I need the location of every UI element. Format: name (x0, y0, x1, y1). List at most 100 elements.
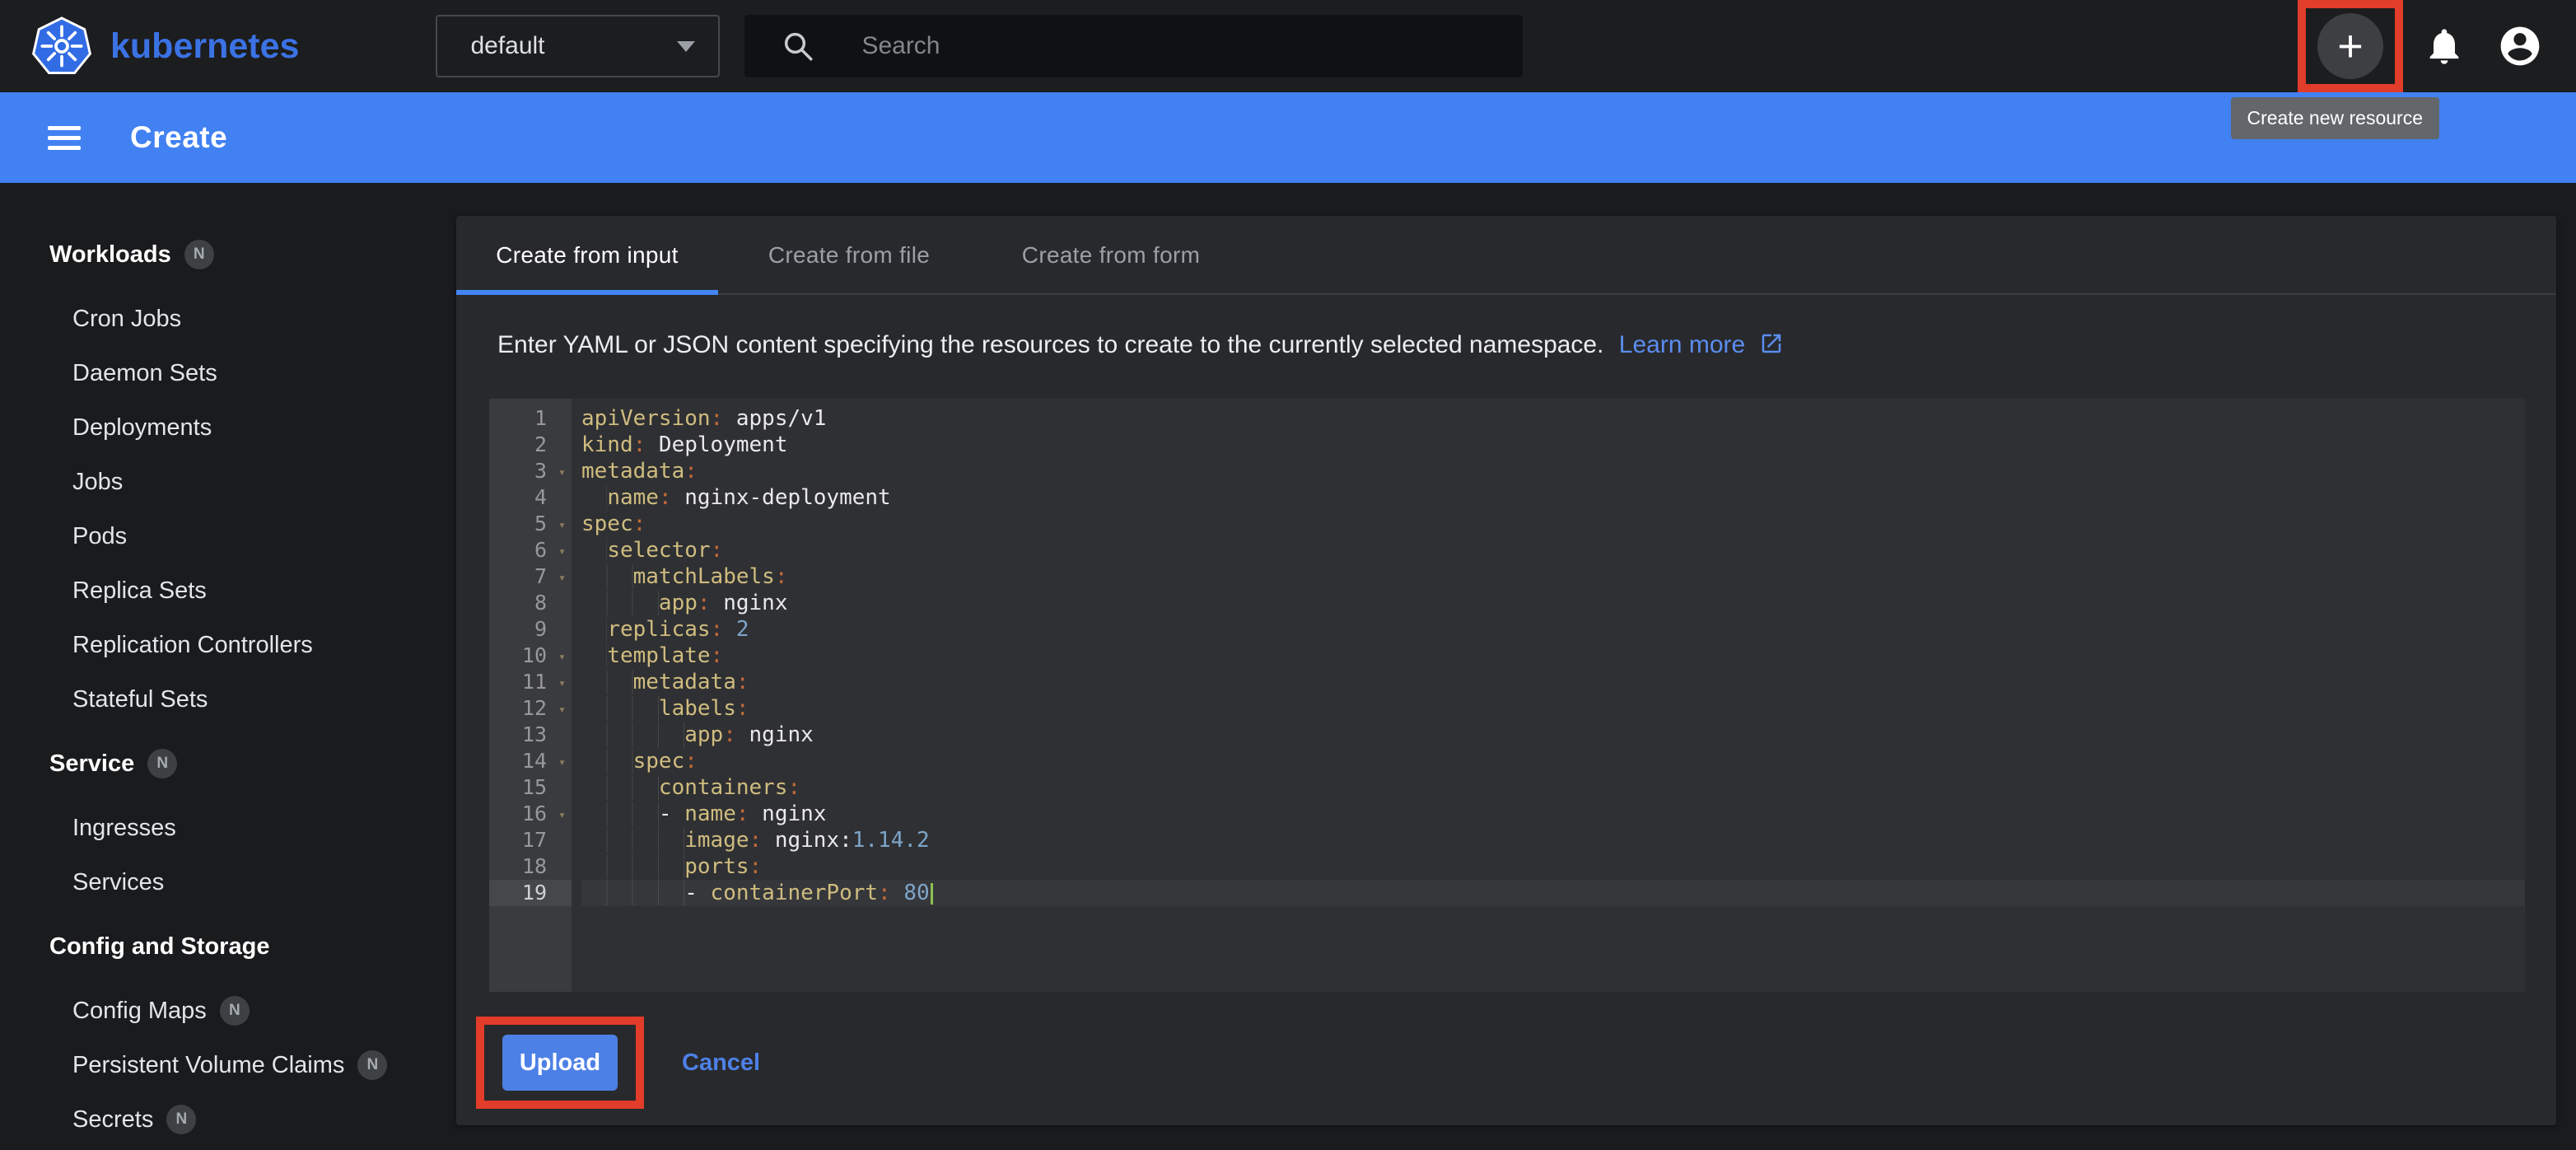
fold-arrow-icon[interactable]: ▾ (558, 696, 566, 722)
sidebar-item-persistent-volume-claims[interactable]: Persistent Volume ClaimsN (0, 1038, 456, 1092)
line-number: 6▾ (489, 537, 572, 563)
brand-title: kubernetes (110, 26, 299, 67)
sidebar-item-replica-sets[interactable]: Replica Sets (0, 563, 456, 618)
line-number: 5▾ (489, 511, 572, 537)
sidebar-section-workloads: WorkloadsN (0, 227, 456, 282)
sidebar-item-ingresses[interactable]: Ingresses (0, 801, 456, 855)
description-text: Enter YAML or JSON content specifying th… (497, 331, 1603, 358)
bell-icon (2423, 25, 2466, 68)
fold-arrow-icon[interactable]: ▾ (558, 512, 566, 538)
line-number: 7▾ (489, 563, 572, 590)
cancel-button[interactable]: Cancel (682, 1049, 760, 1077)
code-line: ports: (581, 853, 2525, 880)
code-line: template: (581, 643, 2525, 669)
menu-button[interactable] (48, 120, 81, 156)
sidebar-item-cron-jobs[interactable]: Cron Jobs (0, 292, 456, 346)
sidebar: WorkloadsNCron JobsDaemon SetsDeployment… (0, 183, 456, 1150)
sidebar-item-replication-controllers[interactable]: Replication Controllers (0, 618, 456, 672)
line-number: 9 (489, 616, 572, 643)
create-new-resource-button[interactable]: + (2317, 13, 2383, 79)
fold-arrow-icon[interactable]: ▾ (558, 802, 566, 828)
code-line: app: nginx (581, 590, 2525, 616)
sidebar-item-label: Persistent Volume Claims (72, 1052, 344, 1079)
yaml-editor[interactable]: 123▾45▾6▾7▾8910▾11▾12▾1314▾1516▾171819 a… (489, 399, 2525, 992)
tooltip-create-new-resource: Create new resource (2231, 97, 2440, 139)
notifications-button[interactable] (2423, 25, 2466, 68)
sidebar-item-label: Deployments (72, 414, 212, 442)
line-number: 16▾ (489, 801, 572, 827)
line-number: 12▾ (489, 695, 572, 722)
code-line: image: nginx:1.14.2 (581, 827, 2525, 853)
sidebar-item-config-maps[interactable]: Config Maps N (0, 984, 456, 1038)
tab-create-from-input[interactable]: Create from input (456, 216, 718, 295)
line-number: 1 (489, 405, 572, 432)
page-title: Create (130, 120, 227, 155)
code-line: - name: nginx (581, 801, 2525, 827)
account-button[interactable] (2497, 23, 2543, 69)
namespaced-badge: N (166, 1105, 196, 1134)
sidebar-item-deployments[interactable]: Deployments (0, 400, 456, 455)
fold-arrow-icon[interactable]: ▾ (558, 749, 566, 775)
sidebar-section-service: ServiceN (0, 736, 456, 791)
editor-code[interactable]: apiVersion: apps/v1kind: Deploymentmetad… (572, 399, 2525, 992)
tab-bar: Create from inputCreate from fileCreate … (456, 216, 2556, 295)
learn-more-link[interactable]: Learn more (1619, 331, 1784, 358)
code-line: spec: (581, 748, 2525, 774)
sidebar-item-label: Jobs (72, 469, 123, 496)
fold-arrow-icon[interactable]: ▾ (558, 670, 566, 696)
sidebar-item-services[interactable]: Services (0, 855, 456, 909)
fold-arrow-icon[interactable]: ▾ (558, 459, 566, 485)
sidebar-item-pods[interactable]: Pods (0, 509, 456, 563)
sidebar-item-jobs[interactable]: Jobs (0, 455, 456, 509)
code-line: spec: (581, 511, 2525, 537)
code-line: app: nginx (581, 722, 2525, 748)
line-number: 19 (489, 880, 572, 906)
plus-icon: + (2337, 24, 2364, 68)
sidebar-item-label: Stateful Sets (72, 686, 208, 713)
search-bar[interactable] (744, 15, 1523, 77)
kubernetes-logo-icon[interactable] (31, 13, 92, 79)
line-number: 18 (489, 853, 572, 880)
fold-arrow-icon[interactable]: ▾ (558, 564, 566, 591)
sidebar-item-label: Daemon Sets (72, 360, 217, 387)
code-line: labels: (581, 695, 2525, 722)
code-line: replicas: 2 (581, 616, 2525, 643)
code-line: name: nginx-deployment (581, 484, 2525, 511)
sidebar-item-stateful-sets[interactable]: Stateful Sets (0, 672, 456, 727)
chevron-down-icon (677, 41, 695, 52)
line-number: 2 (489, 432, 572, 458)
fold-arrow-icon[interactable]: ▾ (558, 538, 566, 564)
open-in-new-icon (1759, 331, 1784, 356)
account-circle-icon (2497, 23, 2543, 69)
sidebar-item-label: Services (72, 869, 164, 896)
tab-create-from-file[interactable]: Create from file (718, 216, 980, 295)
tab-create-from-form[interactable]: Create from form (980, 216, 1242, 295)
sidebar-item-daemon-sets[interactable]: Daemon Sets (0, 346, 456, 400)
search-input[interactable] (861, 32, 1438, 60)
code-line: apiVersion: apps/v1 (581, 405, 2525, 432)
line-number: 4 (489, 484, 572, 511)
fold-arrow-icon[interactable]: ▾ (558, 643, 566, 670)
namespace-select[interactable]: default (436, 15, 720, 77)
section-label: Config and Storage (49, 933, 269, 961)
sidebar-item-secrets[interactable]: SecretsN (0, 1092, 456, 1147)
code-line: matchLabels: (581, 563, 2525, 590)
namespaced-badge: N (147, 749, 177, 778)
code-line: containers: (581, 774, 2525, 801)
line-number: 8 (489, 590, 572, 616)
line-number: 17 (489, 827, 572, 853)
actions-row: Upload Cancel (476, 1017, 2556, 1109)
sidebar-section-config-and-storage: Config and Storage (0, 919, 456, 974)
namespaced-badge: N (220, 996, 250, 1026)
top-bar: kubernetes default + (0, 0, 2576, 92)
text-cursor (931, 883, 933, 905)
sidebar-item-label: Replication Controllers (72, 632, 313, 659)
sidebar-item-label: Config Maps (72, 998, 207, 1025)
section-label: Workloads (49, 241, 171, 269)
upload-button[interactable]: Upload (502, 1035, 618, 1091)
line-number: 10▾ (489, 643, 572, 669)
app-bar: Create Create new resource (0, 92, 2576, 183)
sidebar-item-label: Cron Jobs (72, 306, 181, 333)
code-line: kind: Deployment (581, 432, 2525, 458)
code-line: - containerPort: 80 (581, 880, 2525, 906)
